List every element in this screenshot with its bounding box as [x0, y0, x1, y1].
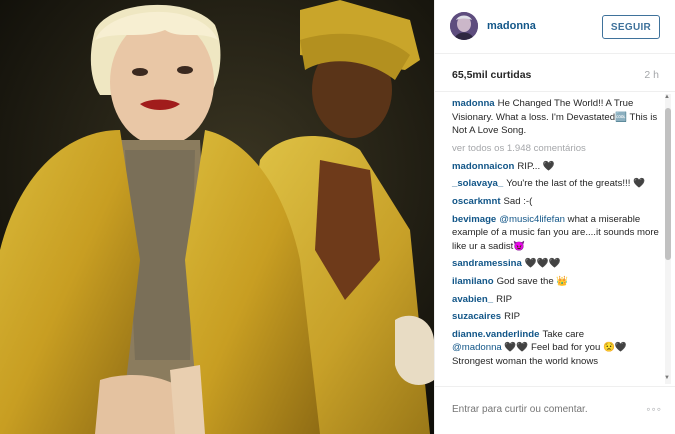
comment-text: RIP — [496, 293, 513, 305]
post-photo-illustration — [0, 0, 434, 434]
comment-username[interactable]: suzacaires — [452, 311, 501, 322]
comment-text: RIP... 🖤 — [517, 160, 555, 172]
post-meta: 65,5mil curtidas 2 h — [435, 56, 675, 92]
comment-text: RIP — [504, 311, 521, 323]
post-sidebar: madonna SEGUIR 65,5mil curtidas 2 h mado… — [434, 0, 675, 434]
comment-text: 🖤🖤🖤 — [524, 258, 561, 270]
scrollbar-thumb[interactable] — [665, 108, 671, 260]
comment-text: You're the last of the greats!!! 🖤 — [506, 178, 645, 190]
comment-text: Take care — [542, 328, 585, 340]
comment-text: God save the 👑 — [496, 275, 569, 287]
scroll-up-icon[interactable]: ▲ — [664, 94, 670, 100]
caption: madonna He Changed The World!! A True Vis… — [452, 97, 661, 138]
avatar[interactable] — [450, 12, 478, 40]
comment-username[interactable]: dianne.vanderlinde — [452, 329, 539, 340]
comment-list[interactable]: madonna He Changed The World!! A True Vis… — [435, 94, 667, 384]
comment-item: bevimage @music4lifefan what a miserable … — [452, 213, 661, 254]
comment-username[interactable]: _solavaya_ — [452, 178, 503, 189]
post-header: madonna SEGUIR — [435, 0, 675, 54]
comment-username[interactable]: avabien_ — [452, 294, 493, 305]
username[interactable]: madonna — [487, 20, 536, 32]
comment-item: avabien_ RIP — [452, 293, 661, 307]
comment-mention[interactable]: @madonna — [452, 342, 502, 353]
comment-username[interactable]: madonnaicon — [452, 161, 514, 172]
comment-scrollbar[interactable]: ▲ ▼ — [663, 94, 673, 384]
comment-username[interactable]: oscarkmnt — [452, 196, 501, 207]
follow-button[interactable]: SEGUIR — [602, 15, 660, 39]
post-age[interactable]: 2 h — [644, 69, 659, 81]
comment-mention[interactable]: @music4lifefan — [499, 214, 565, 225]
comment-item: sandramessina 🖤🖤🖤 — [452, 257, 661, 271]
comment-username[interactable]: madonna — [452, 98, 495, 109]
comment-item: ilamilano God save the 👑 — [452, 275, 661, 289]
avatar-image — [450, 12, 478, 40]
comment-item: oscarkmnt Sad :-( — [452, 195, 661, 209]
comment-username[interactable]: sandramessina — [452, 258, 522, 269]
more-options-icon[interactable]: ◦◦◦ — [646, 402, 662, 416]
comment-username[interactable]: ilamilano — [452, 276, 494, 287]
comment-item: _solavaya_ You're the last of the greats!… — [452, 177, 661, 191]
likes-count[interactable]: 65,5mil curtidas — [452, 69, 531, 81]
view-all-comments-link[interactable]: ver todos os 1.948 comentários — [452, 142, 661, 155]
comment-item: madonnaicon RIP... 🖤 — [452, 160, 661, 174]
comment-username[interactable]: bevimage — [452, 214, 496, 225]
comment-text: Sad :-( — [503, 195, 533, 207]
comment-footer: ◦◦◦ — [435, 386, 675, 434]
comment-item: dianne.vanderlinde Take care @madonna 🖤🖤 F… — [452, 328, 661, 369]
comment-input[interactable] — [452, 404, 632, 415]
comment-item: suzacaires RIP — [452, 310, 661, 324]
scroll-down-icon[interactable]: ▼ — [664, 375, 670, 381]
post-photo[interactable] — [0, 0, 434, 434]
